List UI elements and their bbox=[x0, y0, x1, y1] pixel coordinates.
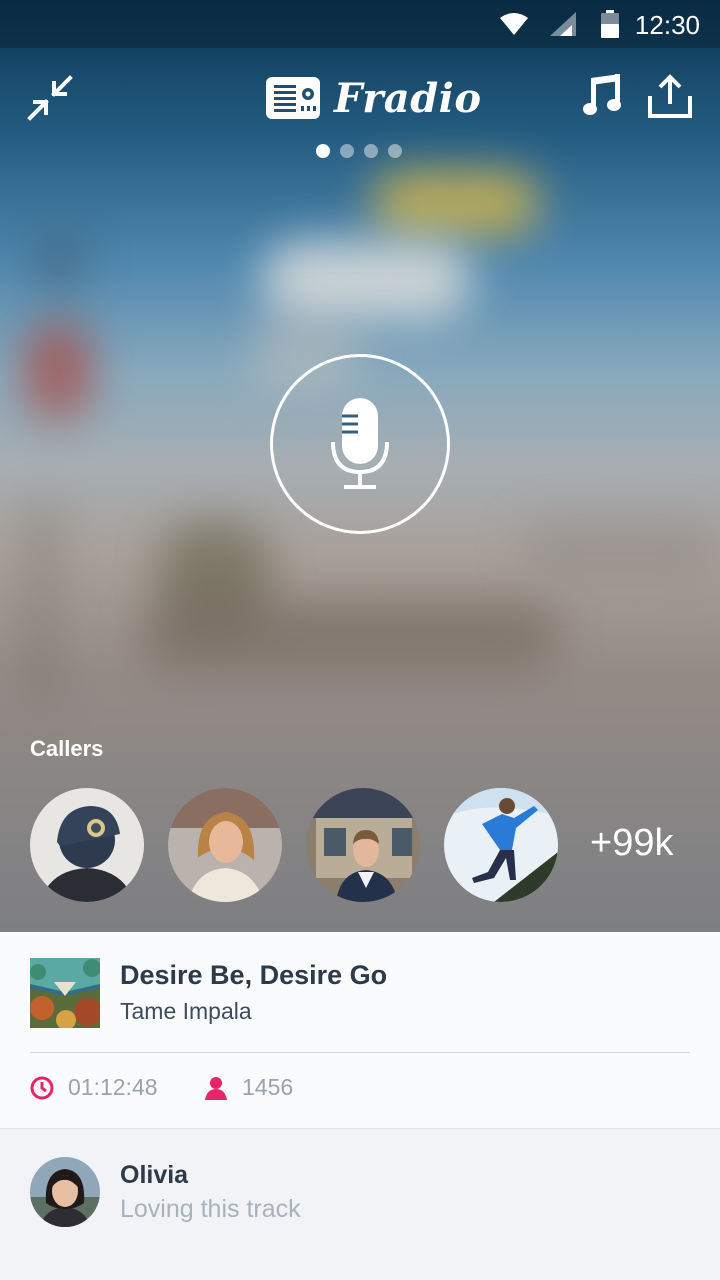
person-icon bbox=[205, 1076, 227, 1100]
track-title[interactable]: Desire Be, Desire Go bbox=[120, 960, 387, 991]
duration-stat: 01:12:48 bbox=[30, 1074, 158, 1101]
caller-avatar-2[interactable] bbox=[168, 788, 282, 902]
wifi-icon bbox=[500, 13, 528, 35]
share-button[interactable] bbox=[644, 70, 696, 122]
page-dot-1[interactable] bbox=[316, 144, 330, 158]
collapse-icon bbox=[27, 75, 73, 121]
callers-label: Callers bbox=[30, 736, 104, 761]
status-bar: 12:30 bbox=[0, 0, 720, 48]
commenter-name: Olivia bbox=[120, 1161, 189, 1189]
app-name: Fradio bbox=[334, 74, 482, 122]
page-dot-2[interactable] bbox=[340, 144, 354, 158]
duration-value: 01:12:48 bbox=[68, 1074, 158, 1100]
comment-item[interactable]: Olivia Loving this track bbox=[0, 1128, 720, 1280]
top-bar: Fradio bbox=[0, 48, 720, 148]
signal-icon bbox=[550, 12, 576, 36]
comment-text: Loving this track bbox=[120, 1195, 301, 1223]
caller-avatar-4[interactable] bbox=[444, 788, 558, 902]
call-in-mic-button[interactable] bbox=[270, 354, 450, 534]
caller-avatar-1[interactable] bbox=[30, 788, 144, 902]
music-button[interactable] bbox=[578, 70, 628, 122]
battery-icon bbox=[601, 10, 619, 38]
hero-background: 12:30 Fradio Callers +99k bbox=[0, 0, 720, 932]
music-note-icon bbox=[583, 74, 621, 115]
page-dot-3[interactable] bbox=[364, 144, 378, 158]
collapse-button[interactable] bbox=[24, 72, 76, 124]
app-logo: Fradio bbox=[266, 74, 482, 122]
status-time: 12:30 bbox=[634, 10, 700, 40]
callers-more-count[interactable]: +99k bbox=[590, 822, 673, 865]
now-playing-panel: Desire Be, Desire Go Tame Impala 01:12:4… bbox=[0, 932, 720, 1128]
share-icon bbox=[648, 74, 692, 118]
microphone-icon bbox=[331, 398, 389, 489]
listeners-stat: 1456 bbox=[204, 1074, 293, 1101]
divider bbox=[30, 1052, 690, 1053]
track-artist[interactable]: Tame Impala bbox=[120, 998, 252, 1025]
listeners-value: 1456 bbox=[242, 1074, 294, 1100]
page-dot-4[interactable] bbox=[388, 144, 402, 158]
caller-avatar-3[interactable] bbox=[306, 788, 420, 902]
commenter-avatar[interactable] bbox=[30, 1157, 100, 1227]
radio-icon bbox=[266, 77, 320, 119]
page-indicator bbox=[316, 144, 402, 158]
clock-icon bbox=[30, 1076, 54, 1099]
album-art[interactable] bbox=[30, 958, 100, 1028]
